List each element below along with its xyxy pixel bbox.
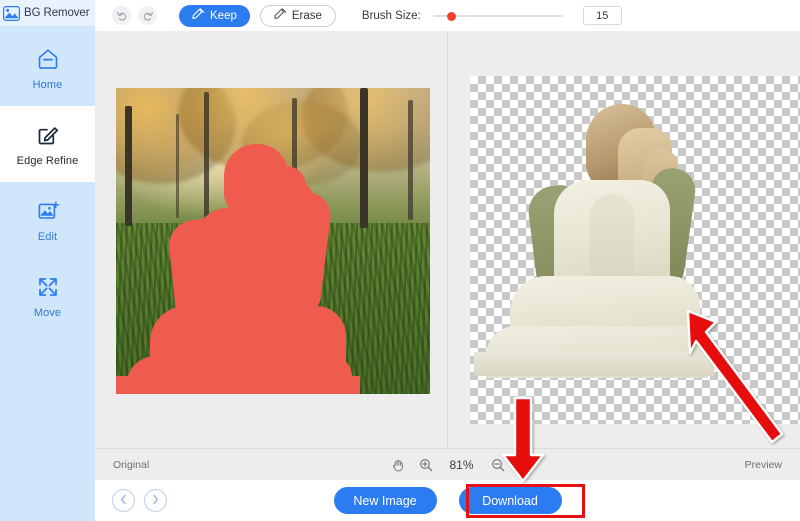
bottom-bar: New Image Download — [95, 480, 800, 521]
original-photo[interactable] — [116, 88, 430, 394]
app-title: BG Remover — [24, 7, 90, 19]
bg-remover-app: BG Remover Home Edge Refine Edit Move Ke… — [0, 0, 800, 521]
keep-label: Keep — [210, 9, 237, 22]
status-bar: Original 81% Preview — [95, 448, 800, 482]
tree-trunk — [125, 106, 132, 226]
next-image-button[interactable] — [144, 489, 167, 512]
erase-brush-button[interactable]: Erase — [259, 4, 336, 27]
top-toolbar: Keep Erase Brush Size: 15 — [95, 0, 800, 32]
chevron-left-icon — [119, 492, 128, 510]
new-image-button[interactable]: New Image — [333, 487, 437, 514]
history-controls — [112, 6, 157, 25]
edge-refine-icon — [35, 122, 61, 148]
sidebar-item-label: Edit — [37, 230, 58, 243]
erase-label: Erase — [291, 9, 322, 22]
sidebar: BG Remover Home Edge Refine Edit Move — [0, 0, 95, 521]
brush-size-input[interactable]: 15 — [582, 6, 622, 25]
sidebar-item-label: Edge Refine — [16, 154, 79, 167]
brush-size-label: Brush Size: — [361, 9, 421, 22]
tree-trunk — [204, 92, 209, 220]
tree-trunk — [360, 88, 368, 228]
workspace — [95, 31, 800, 448]
sidebar-item-move[interactable]: Move — [0, 258, 95, 334]
brush-erase-icon — [274, 8, 287, 23]
mask-skirt-hem — [116, 376, 360, 394]
action-buttons: New Image Download — [325, 487, 571, 514]
redo-icon — [142, 10, 154, 22]
redo-button[interactable] — [138, 6, 157, 25]
keep-brush-button[interactable]: Keep — [179, 4, 250, 27]
home-icon — [35, 46, 61, 72]
image-navigation — [112, 489, 167, 512]
previous-image-button[interactable] — [112, 489, 135, 512]
image-logo-icon — [3, 5, 21, 21]
preview-label: Preview — [744, 459, 782, 471]
zoom-out-icon[interactable] — [491, 458, 505, 472]
zoom-level-label: 81% — [449, 458, 474, 472]
edit-image-icon — [35, 198, 61, 224]
brush-keep-icon — [192, 8, 205, 23]
slider-thumb[interactable] — [446, 11, 456, 21]
move-icon — [35, 274, 61, 300]
original-image-pane[interactable] — [95, 31, 447, 448]
app-brand: BG Remover — [0, 0, 95, 26]
zoom-controls: 81% — [373, 458, 523, 472]
sidebar-item-home[interactable]: Home — [0, 30, 95, 106]
sidebar-nav: Home Edge Refine Edit Move — [0, 26, 95, 334]
transparency-checkerboard[interactable] — [470, 76, 800, 424]
chevron-right-icon — [151, 492, 160, 510]
brush-size-slider[interactable] — [432, 9, 563, 23]
preview-image-pane[interactable] — [447, 31, 800, 448]
zoom-in-icon[interactable] — [419, 458, 433, 472]
tree-trunk — [176, 114, 179, 218]
sidebar-item-edge-refine[interactable]: Edge Refine — [0, 106, 95, 182]
undo-icon — [116, 10, 128, 22]
sidebar-item-label: Home — [32, 78, 63, 91]
cutout-skirt-hem — [474, 352, 714, 376]
hand-tool-icon[interactable] — [391, 458, 405, 472]
tree-trunk — [408, 100, 413, 220]
original-label: Original — [113, 459, 150, 471]
download-button[interactable]: Download — [458, 487, 562, 514]
sidebar-item-label: Move — [33, 306, 62, 319]
undo-button[interactable] — [112, 6, 131, 25]
sidebar-item-edit[interactable]: Edit — [0, 182, 95, 258]
